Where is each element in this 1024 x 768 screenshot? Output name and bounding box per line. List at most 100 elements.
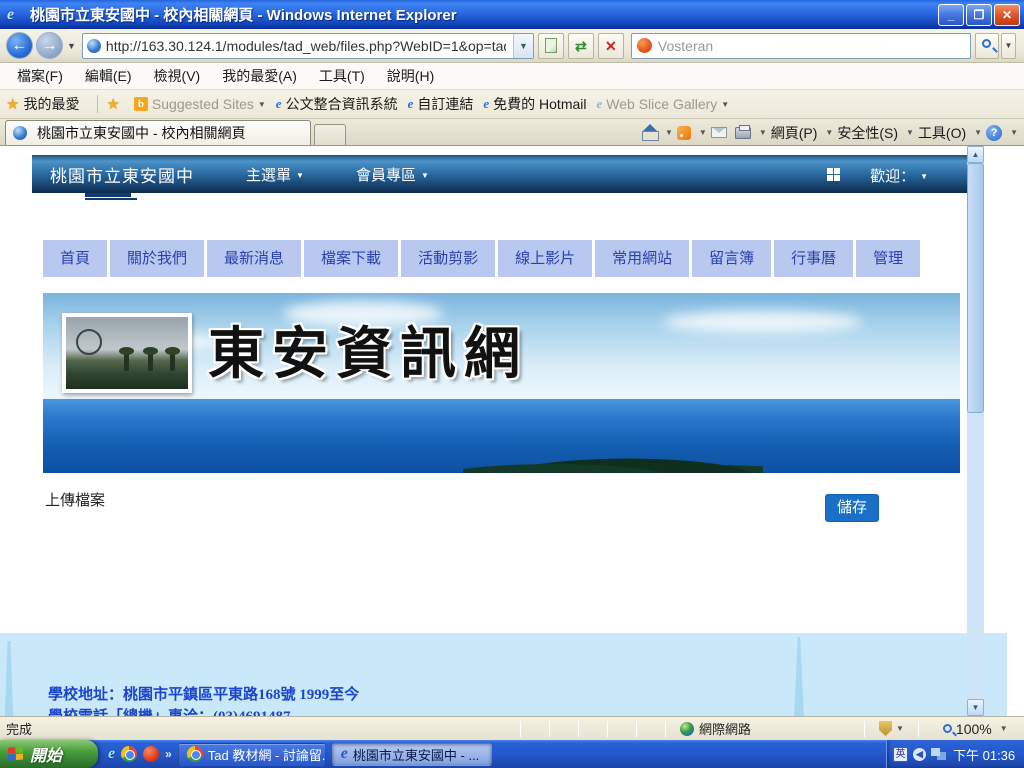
chevron-down-icon: ▼ (721, 100, 729, 109)
save-button[interactable]: 儲存 (825, 494, 879, 522)
site-brand[interactable]: 桃園市立東安國中 (50, 162, 194, 187)
site-tab-downloads[interactable]: 檔案下載 (304, 240, 398, 277)
restore-button[interactable]: ❐ (966, 4, 992, 26)
zoom-level[interactable]: 100% (956, 721, 992, 737)
help-dropdown-icon[interactable]: ▼ (1010, 128, 1018, 137)
site-tab-admin[interactable]: 管理 (856, 240, 920, 277)
new-tab-button[interactable] (314, 124, 346, 145)
site-tab-about[interactable]: 關於我們 (110, 240, 204, 277)
site-tab-links[interactable]: 常用網站 (595, 240, 689, 277)
zoom-control[interactable]: 100% ▼ (943, 721, 1008, 737)
chevron-down-icon: ▼ (906, 128, 914, 137)
tower-watermark (792, 637, 806, 716)
ime-tray-icon[interactable]: 英 (893, 747, 908, 762)
taskbar: 開始 e » Tad 教材網 - 討論留... e 桃園市立東安國中 - ...… (0, 740, 1024, 768)
scroll-up-button[interactable]: ▲ (967, 146, 984, 163)
add-favorite-button[interactable]: ★ (106, 95, 123, 113)
protected-mode-icon[interactable] (879, 721, 892, 736)
page-menu[interactable]: 網頁(P) (771, 123, 818, 143)
stop-button[interactable]: ✕ (598, 33, 624, 59)
menu-file[interactable]: 檔案(F) (6, 66, 74, 86)
refresh-button[interactable]: ⇄ (568, 33, 594, 59)
favorite-custom-links[interactable]: e 自訂連結 (408, 94, 474, 114)
search-box[interactable]: Vosteran (631, 33, 971, 59)
favorite-suggested-sites[interactable]: b Suggested Sites ▼ (134, 96, 266, 112)
ie-icon: e (597, 97, 603, 111)
taskbar-window-tad[interactable]: Tad 教材網 - 討論留... (178, 743, 326, 766)
system-tray: 英 ◀ 下午 01:36 (886, 740, 1024, 768)
page-favicon (87, 39, 101, 53)
scroll-down-button[interactable]: ▼ (967, 699, 984, 716)
security-menu[interactable]: 安全性(S) (837, 123, 898, 143)
member-menu-dropdown[interactable]: 會員專區▼ (356, 164, 429, 185)
favorite-hotmail[interactable]: e 免費的 Hotmail (483, 94, 586, 114)
favorites-button[interactable]: ★ 我的最愛 (6, 94, 79, 114)
quicklaunch-overflow-chevron[interactable]: » (165, 747, 172, 761)
chevron-down-icon[interactable]: ▼ (896, 724, 904, 733)
rss-dropdown-icon[interactable]: ▼ (699, 128, 707, 137)
address-dropdown-icon[interactable]: ▼ (513, 34, 533, 58)
help-icon[interactable]: ? (986, 125, 1002, 141)
clipped-text-fragment (85, 193, 137, 200)
magnifier-icon (982, 39, 991, 48)
menu-tools[interactable]: 工具(T) (308, 66, 376, 86)
grid-icon[interactable] (827, 168, 840, 181)
menu-edit[interactable]: 編輯(E) (74, 66, 143, 86)
windows-logo-icon (8, 746, 24, 761)
forward-button[interactable]: → (36, 32, 63, 59)
main-menu-dropdown[interactable]: 主選單▼ (246, 164, 304, 185)
taskbar-clock: 下午 01:36 (953, 745, 1015, 764)
site-tab-guestbook[interactable]: 留言簿 (692, 240, 771, 277)
active-tab[interactable]: 桃園市立東安國中 - 校內相關網頁 (5, 120, 311, 145)
print-icon[interactable] (735, 127, 751, 139)
rss-icon[interactable] (677, 126, 691, 140)
home-dropdown-icon[interactable]: ▼ (665, 128, 673, 137)
print-dropdown-icon[interactable]: ▼ (759, 128, 767, 137)
address-bar[interactable]: http://163.30.124.1/modules/tad_web/file… (82, 33, 534, 59)
site-tab-videos[interactable]: 線上影片 (498, 240, 592, 277)
site-tab-photos[interactable]: 活動剪影 (401, 240, 495, 277)
banner-title: 東安資訊網 (208, 309, 528, 390)
favorite-web-slice-gallery[interactable]: e Web Slice Gallery ▼ (597, 96, 730, 112)
ie-quicklaunch-icon[interactable]: e (108, 746, 115, 762)
tools-menu[interactable]: 工具(O) (918, 123, 966, 143)
chevron-down-icon[interactable]: ▼ (1000, 724, 1008, 733)
site-footer: 學校地址：桃園市平鎮區平東路168號 1999至今 學校電話「總機」專洽：(03… (0, 633, 1007, 716)
add-favorite-icon: ★ (106, 95, 119, 113)
favorite-doc-system[interactable]: e 公文整合資訊系統 (276, 94, 398, 114)
browser-quicklaunch-icon[interactable] (143, 746, 159, 762)
site-tab-news[interactable]: 最新消息 (207, 240, 301, 277)
site-navbar: 桃園市立東安國中 主選單▼ 會員專區▼ 歡迎：▼ (32, 155, 968, 193)
tab-title[interactable]: 桃園市立東安國中 - 校內相關網頁 (37, 123, 245, 143)
menu-help[interactable]: 說明(H) (376, 66, 445, 86)
history-dropdown-icon[interactable]: ▼ (67, 41, 76, 51)
close-button[interactable]: ✕ (994, 4, 1020, 26)
mail-icon[interactable] (711, 127, 727, 138)
menu-favorites[interactable]: 我的最愛(A) (211, 66, 308, 86)
url-text[interactable]: http://163.30.124.1/modules/tad_web/file… (106, 38, 506, 54)
back-button[interactable]: ← (6, 32, 33, 59)
welcome-dropdown[interactable]: 歡迎：▼ (870, 165, 928, 186)
site-tab-calendar[interactable]: 行事曆 (774, 240, 853, 277)
menu-view[interactable]: 檢視(V) (143, 66, 212, 86)
search-button[interactable] (975, 33, 999, 59)
chrome-quicklaunch-icon[interactable] (121, 746, 137, 762)
command-bar: ▼ ▼ ▼ 網頁(P)▼ 安全性(S)▼ 工具(O)▼ ?▼ (638, 119, 1018, 146)
home-icon[interactable] (642, 126, 657, 139)
vertical-scrollbar[interactable]: ▲ ▼ (967, 146, 984, 716)
search-placeholder[interactable]: Vosteran (658, 38, 713, 54)
start-button[interactable]: 開始 (0, 740, 98, 768)
compatibility-view-button[interactable] (538, 33, 564, 59)
search-options-dropdown[interactable]: ▼ (1001, 33, 1016, 59)
favorites-label[interactable]: 我的最愛 (23, 94, 79, 114)
minimize-button[interactable]: _ (938, 4, 964, 26)
scrollbar-thumb[interactable] (967, 163, 984, 413)
school-phone: 學校電話「總機」專洽：(03)4691487 (48, 705, 291, 716)
hide-icons-chevron[interactable]: ◀ (913, 748, 926, 761)
site-tab-home[interactable]: 首頁 (43, 240, 107, 277)
network-tray-icon[interactable] (931, 748, 946, 760)
tower-watermark (2, 641, 16, 716)
search-provider-icon (637, 38, 652, 53)
internet-zone-icon (680, 722, 694, 736)
taskbar-window-school[interactable]: e 桃園市立東安國中 - ... (332, 743, 492, 766)
